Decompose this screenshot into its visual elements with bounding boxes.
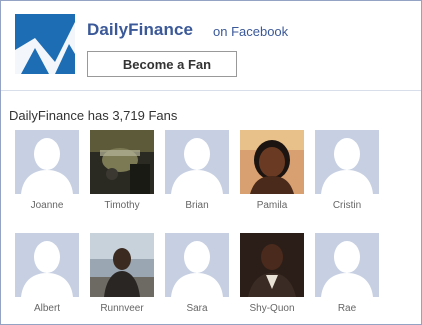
fans-grid: Joanne Timothy Brian Pamila Cristin Albe… [15,130,415,315]
facebook-fan-box: DailyFinance on Facebook Become a Fan Da… [0,0,422,325]
fan-item[interactable]: Sara [165,233,229,315]
fan-name: Brian [185,200,209,211]
fan-item[interactable]: Cristin [315,130,379,212]
profile-photo [90,130,154,194]
fan-name: Runnveer [100,303,144,314]
fan-box-header: DailyFinance on Facebook Become a Fan [1,1,421,91]
fan-name: Joanne [30,200,64,211]
fan-item[interactable]: Pamila [240,130,304,212]
profile-silhouette-icon [315,233,379,297]
fan-name: Timothy [104,200,140,211]
profile-photo [240,233,304,297]
dailyfinance-logo[interactable] [15,14,75,74]
profile-silhouette-icon [15,130,79,194]
fan-item[interactable]: Joanne [15,130,79,212]
fan-item[interactable]: Brian [165,130,229,212]
fan-name: Pamila [256,200,288,211]
become-a-fan-button[interactable]: Become a Fan [87,51,237,77]
fan-name: Shy-Quon [249,303,295,314]
profile-photo [90,233,154,297]
fan-name: Rae [337,303,357,314]
fan-item[interactable]: Timothy [90,130,154,212]
fan-count-text: DailyFinance has 3,719 Fans [9,108,178,123]
profile-silhouette-icon [315,130,379,194]
fan-item[interactable]: Rae [315,233,379,315]
profile-silhouette-icon [15,233,79,297]
fan-name: Cristin [332,200,362,211]
fan-name: Albert [33,303,61,314]
profile-silhouette-icon [165,233,229,297]
fan-item[interactable]: Shy-Quon [240,233,304,315]
fan-item[interactable]: Runnveer [90,233,154,315]
on-facebook-label: on Facebook [213,24,289,39]
dailyfinance-logo-icon [15,14,75,74]
fan-name: Sara [186,303,208,314]
page-name-link[interactable]: DailyFinance [87,20,193,40]
fan-item[interactable]: Albert [15,233,79,315]
profile-photo [240,130,304,194]
profile-silhouette-icon [165,130,229,194]
